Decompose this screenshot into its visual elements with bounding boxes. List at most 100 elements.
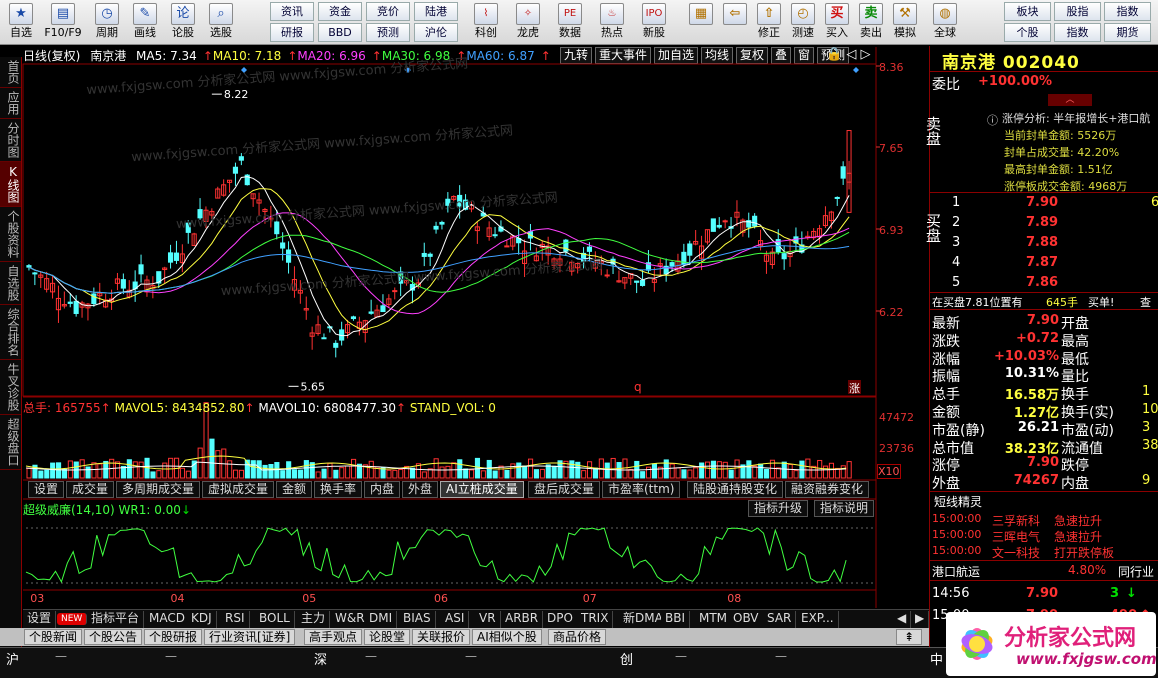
scroll-right-icon[interactable]: ▶ [911, 611, 930, 628]
marker-zhang[interactable]: 涨 [849, 382, 860, 395]
volume-tab-9[interactable]: 盘后成交量 [528, 481, 601, 498]
indicator-tab-3[interactable]: MACD [145, 611, 190, 628]
indicator-tab-strip: 设置 NEW 指标平台 MACD KDJ RSI BOLL 主力 W&R DMI BIAS ASI VR… [23, 609, 930, 628]
news-tab-7[interactable]: AI相似个股 [472, 629, 542, 645]
buy-price-0: 7.90 [1026, 195, 1059, 210]
scroll-left-icon[interactable]: ◀ [893, 611, 912, 628]
volume-tab-1[interactable]: 成交量 [66, 481, 115, 498]
short-name-1[interactable]: 三晖电气 [992, 528, 1040, 545]
wr-line [25, 527, 847, 584]
indicator-tab-12[interactable]: VR [475, 611, 501, 628]
quote-value-8: 7.90 [1026, 455, 1059, 471]
volume-tab-8[interactable]: AI立桩成交量 [440, 481, 524, 498]
news-tab-3[interactable]: 行业资讯[证券] [204, 629, 296, 645]
indicator-tab-2[interactable]: 指标平台 [87, 611, 145, 628]
buy-level-0: 1 [952, 195, 961, 210]
volume-bar [781, 461, 787, 479]
marker-q[interactable]: q [634, 380, 642, 394]
volume-bar [693, 467, 699, 479]
position-link[interactable]: 查 [1140, 294, 1151, 310]
volume-tab-10[interactable]: 市盈率(ttm) [602, 481, 681, 498]
indicator-tab-17[interactable]: BBI [661, 611, 691, 628]
news-tab-5[interactable]: 论股堂 [364, 629, 411, 645]
candle-body [710, 218, 716, 232]
toolbar-market-button-0-0[interactable]: 板块 [1004, 2, 1051, 21]
quote-panel: 南京港 002040 委比 +100.00% ︿ 卖盘 ⓘ 涨停分析: 半年报增长+港口航当… [924, 46, 1158, 649]
short-line-title: 短线精灵 [934, 495, 983, 509]
news-tab-0[interactable]: 个股新闻 [24, 629, 83, 645]
volume-bar [823, 465, 829, 479]
volume-bar [286, 461, 292, 479]
indicator-tab-19[interactable]: OBV [729, 611, 764, 628]
toolbar-market-button-0-2[interactable]: 指数 [1104, 2, 1151, 21]
news-tab-6[interactable]: 关联报价 [412, 629, 471, 645]
volume-tab-0[interactable]: 设置 [28, 481, 65, 498]
volume-bar [592, 467, 599, 479]
short-name-0[interactable]: 三孚新科 [992, 512, 1040, 529]
volume-bar [587, 461, 593, 479]
indicator-tab-5[interactable]: RSI [221, 611, 250, 628]
quote-value2-5: 10 [1142, 402, 1158, 417]
indicator-tab-1[interactable]: NEW [57, 613, 88, 625]
indicator-tab-18[interactable]: MTM [695, 611, 733, 628]
indicator-tab-4[interactable]: KDJ [187, 611, 217, 628]
volume-bar [233, 469, 239, 479]
indicator-tab-15[interactable]: TRIX [577, 611, 614, 628]
volume-tab-5[interactable]: 换手率 [314, 481, 363, 498]
volume-tab-12[interactable]: 融资融券变化 [785, 481, 870, 498]
volume-bar [787, 463, 793, 479]
volume-tab-7[interactable]: 外盘 [402, 481, 439, 498]
volume-tab-2[interactable]: 多周期成交量 [116, 481, 201, 498]
indicator-tab-0[interactable]: 设置 [23, 611, 57, 628]
volume-legend: 总手: 165755↑ MAVOL5: 8434852.80↑ MAVOL10:… [23, 401, 496, 415]
volume-bar [628, 468, 634, 479]
indicator-tab-11[interactable]: ASI [441, 611, 470, 628]
tick-time-0: 14:56 [932, 586, 970, 601]
volume-tab-6[interactable]: 内盘 [364, 481, 401, 498]
volume-tab-11[interactable]: 陆股通持股变化 [687, 481, 784, 498]
volume-bar [250, 460, 256, 479]
volume-tab-4[interactable]: 金额 [276, 481, 313, 498]
quote-value-9: 74267 [1013, 473, 1059, 489]
toolbar-market-button-0-1[interactable]: 股指 [1054, 2, 1101, 21]
indicator-button-1[interactable]: 指标说明 [814, 500, 875, 517]
short-name-2[interactable]: 文一科技 [992, 544, 1040, 561]
candle-body [350, 316, 357, 320]
indicator-tab-21[interactable]: EXP... [797, 611, 839, 628]
collapse-up-icon[interactable]: ︿ [1048, 94, 1092, 106]
low-marker: 5.65 [301, 380, 326, 393]
indicator-tab-6[interactable]: BOLL [255, 611, 295, 628]
event-diamond-icon[interactable] [853, 67, 859, 73]
volume-bar [492, 470, 498, 479]
toolbar-button3-7[interactable]: ◍ 全球 [928, 2, 962, 43]
news-tab-2[interactable]: 个股研报 [144, 629, 203, 645]
indicator-tab-9[interactable]: DMI [365, 611, 398, 628]
volume-bar [162, 462, 168, 479]
sector-peer[interactable]: 同行业 [1118, 563, 1154, 580]
indicator-tab-20[interactable]: SAR [763, 611, 797, 628]
toolbar-market-button-1-2[interactable]: 期货 [1104, 23, 1151, 42]
volume-bar [486, 459, 492, 479]
volume-bar [805, 458, 811, 479]
short-event-2: 打开跌停板 [1054, 546, 1115, 560]
volume-bar [327, 462, 333, 479]
expand-up-icon[interactable]: ⇞ [896, 629, 922, 645]
indicator-tab-8[interactable]: W&R [331, 611, 370, 628]
position-text: 在买盘7.81位置有 [932, 296, 1023, 309]
volume-tab-3[interactable]: 虚拟成交量 [202, 481, 275, 498]
indicator-tab-14[interactable]: DPO [543, 611, 578, 628]
indicator-tab-13[interactable]: ARBR [501, 611, 544, 628]
news-tab-4[interactable]: 高手观点 [304, 629, 363, 645]
chart-canvas[interactable]: 8.22 5.65 q 涨 www.fxjgsw.com 分析家公式网 www.fxjg… [0, 0, 929, 628]
status-sh-value: — [55, 649, 67, 663]
toolbar-market-button-1-0[interactable]: 个股 [1004, 23, 1051, 42]
volume-bar [793, 470, 799, 479]
volume-bar [103, 460, 109, 479]
indicator-button-0[interactable]: 指标升级 [748, 500, 809, 517]
sector-name[interactable]: 港口航运 [932, 563, 980, 580]
indicator-tab-10[interactable]: BIAS [399, 611, 436, 628]
news-tab-1[interactable]: 个股公告 [84, 629, 143, 645]
news-tab-8[interactable]: 商品价格 [548, 629, 607, 645]
toolbar-market-button-1-1[interactable]: 指数 [1054, 23, 1101, 42]
indicator-tab-7[interactable]: 主力 [297, 611, 331, 628]
